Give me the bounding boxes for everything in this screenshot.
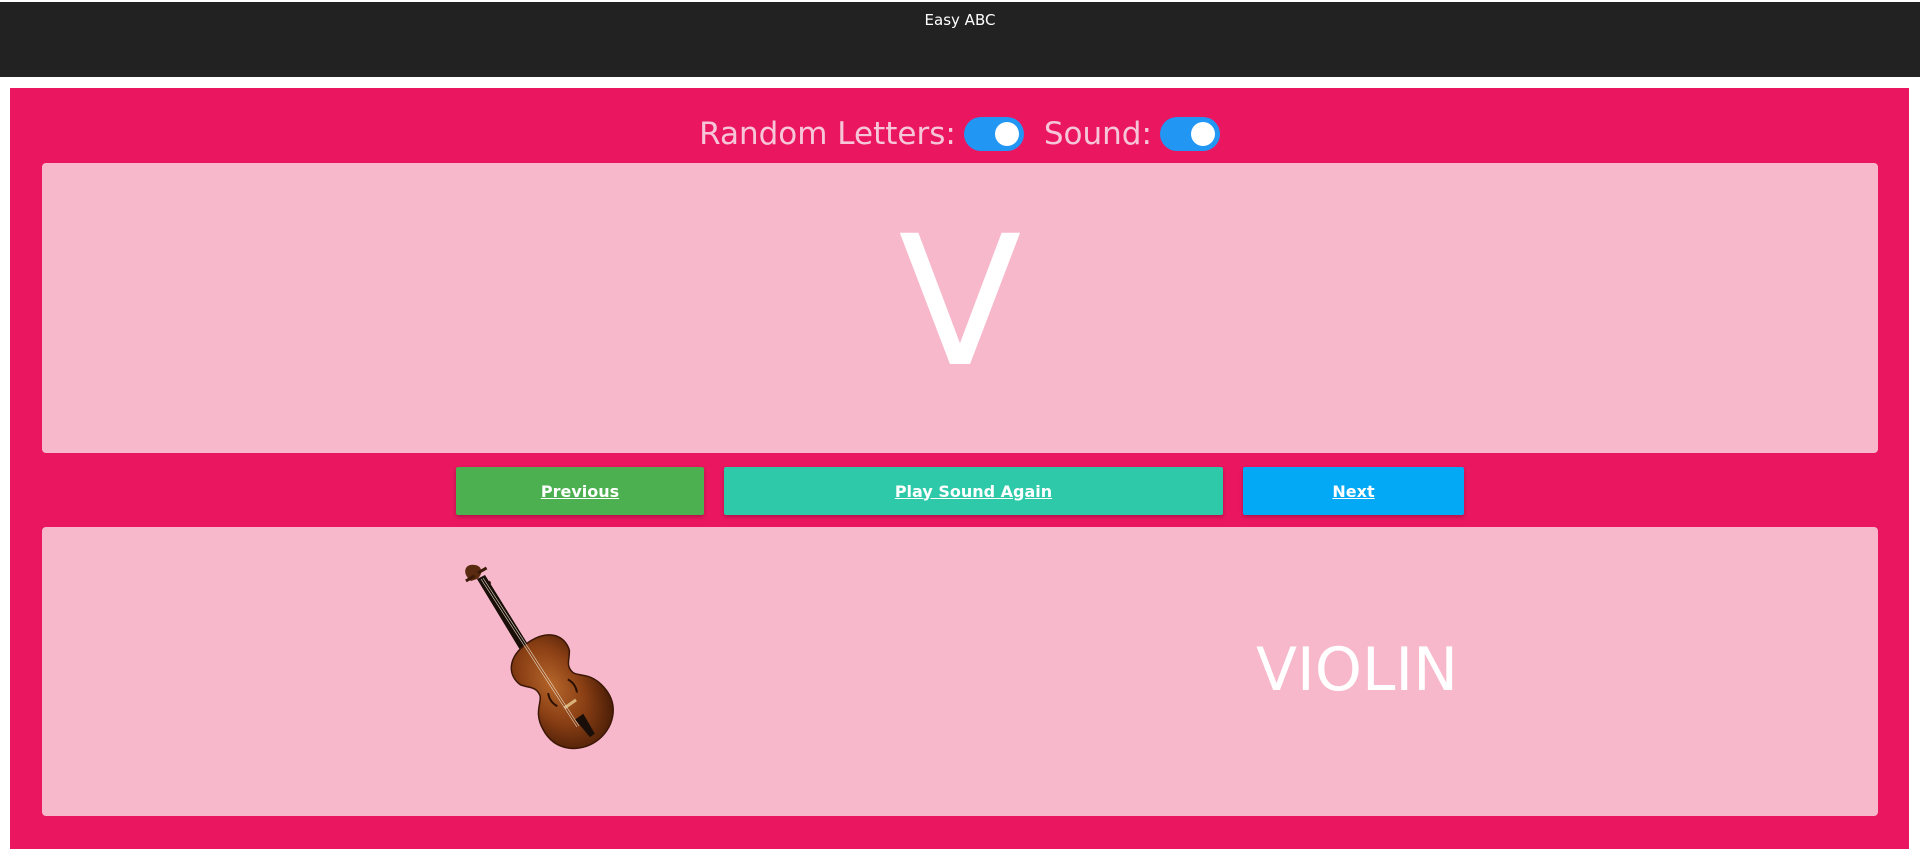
app-title: Easy ABC bbox=[924, 11, 996, 29]
violin-image bbox=[465, 564, 614, 750]
current-letter: V bbox=[898, 198, 1022, 407]
previous-button[interactable]: Previous bbox=[456, 467, 704, 515]
letter-card: V bbox=[42, 163, 1878, 453]
random-letters-toggle[interactable] bbox=[963, 117, 1024, 151]
main-panel: Random Letters: Sound: V Previous Play S… bbox=[10, 88, 1909, 849]
sound-toggle[interactable] bbox=[1159, 117, 1220, 151]
navigation-buttons: Previous Play Sound Again Next bbox=[10, 467, 1909, 515]
play-sound-again-button[interactable]: Play Sound Again bbox=[724, 467, 1223, 515]
random-letters-label: Random Letters: bbox=[699, 116, 956, 152]
toggle-knob bbox=[994, 122, 1019, 146]
sound-label: Sound: bbox=[1043, 116, 1152, 152]
settings-toggles: Random Letters: Sound: bbox=[10, 114, 1909, 154]
toggle-knob bbox=[1190, 122, 1215, 146]
word-card: VIOLIN bbox=[42, 527, 1878, 816]
current-word: VIOLIN bbox=[1256, 635, 1458, 705]
next-button[interactable]: Next bbox=[1243, 467, 1464, 515]
top-bar: Easy ABC bbox=[0, 2, 1920, 77]
